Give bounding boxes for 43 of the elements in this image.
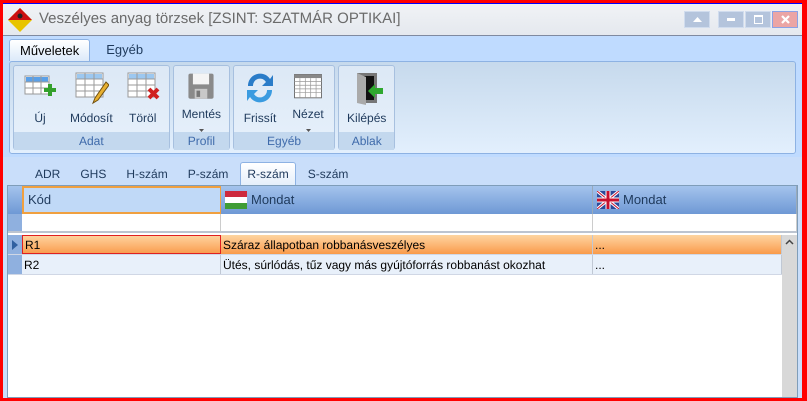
tab[interactable]: S-szám: [300, 162, 356, 185]
british-flag-icon: [597, 191, 619, 209]
ribbon-collapse-button[interactable]: [684, 11, 710, 28]
ribbon-button[interactable]: Mentés: [176, 70, 228, 132]
ribbon-tab[interactable]: Egyéb: [92, 39, 158, 61]
group-label: Ablak: [352, 133, 382, 150]
ribbon-button[interactable]: Kilépés: [341, 70, 392, 132]
maximize-button[interactable]: [745, 11, 771, 28]
ribbon-button[interactable]: Frissít: [236, 70, 284, 132]
tab[interactable]: GHS: [72, 162, 114, 185]
scroll-up-icon[interactable]: [785, 239, 794, 245]
column-header[interactable]: Kód: [22, 186, 221, 214]
ribbon-button[interactable]: Új: [16, 70, 64, 132]
tab[interactable]: P-szám: [180, 162, 236, 185]
group-label: Adat: [79, 133, 104, 150]
scrollbar[interactable]: [782, 235, 797, 397]
tab[interactable]: R-szám: [240, 162, 296, 185]
table-cell: Ütés, súrlódás, tűz vagy más gyújtóforrás robbanást okozhat: [221, 255, 593, 274]
close-button[interactable]: [772, 11, 798, 28]
up-arrow-icon: [692, 17, 702, 22]
row-indicator: [8, 214, 22, 231]
table-cell: Száraz állapotban robbanásveszélyes: [221, 235, 593, 254]
ribbon-button[interactable]: Módosít: [64, 70, 119, 132]
dropdown-arrow-icon: [198, 129, 204, 132]
ribbon-tab[interactable]: Műveletek: [9, 39, 90, 61]
minimize-icon: [727, 18, 735, 21]
hazard-logo-icon: [7, 6, 33, 32]
table-cell: R2: [22, 255, 221, 274]
window-title: Veszélyes anyag törzsek [ZSINT: SZATMÁR OPTIKAI]: [39, 9, 400, 30]
table-cell: R1: [22, 235, 221, 254]
hungarian-flag-icon: [225, 191, 247, 209]
current-row-icon: [12, 240, 18, 250]
dropdown-arrow-icon: [306, 129, 311, 132]
group-label: Profil: [188, 133, 216, 150]
ribbon-button[interactable]: Töröl: [118, 70, 167, 132]
group-label: Egyéb: [267, 133, 302, 150]
table-pencil-icon: [73, 70, 110, 106]
maximize-icon: [754, 15, 762, 24]
minimize-button[interactable]: [718, 11, 744, 28]
tab[interactable]: ADR: [27, 162, 68, 185]
ribbon-button[interactable]: Nézet: [284, 70, 332, 132]
tab[interactable]: H-szám: [118, 162, 176, 185]
close-icon: [780, 15, 790, 24]
